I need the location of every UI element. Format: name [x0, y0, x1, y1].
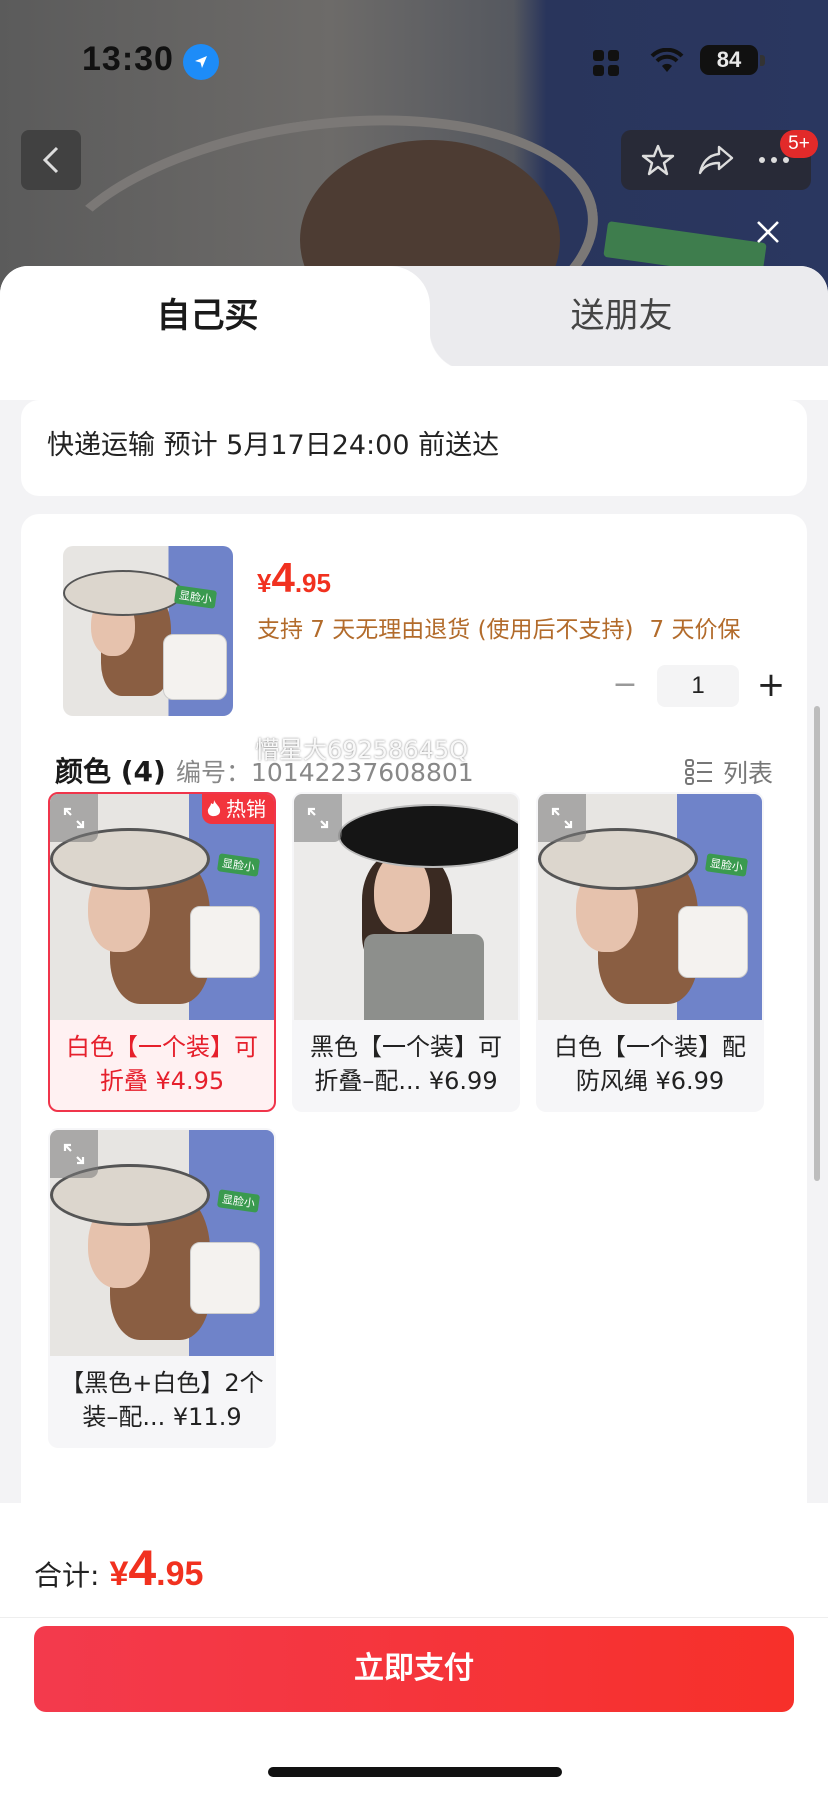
close-sheet-button[interactable]	[748, 212, 788, 252]
wifi-icon	[650, 48, 684, 72]
checkout-bar: 合计: ¥4.95 立即支付	[0, 1503, 828, 1796]
price-integer: 4	[271, 554, 295, 601]
color-option-black-white-pair[interactable]: 显脸小 【黑色+白色】2个装–配... ¥11.9	[48, 1128, 276, 1448]
return-policy: 支持 7 天无理由退货 (使用后不支持)	[257, 617, 634, 643]
price-decimal: .95	[294, 568, 331, 598]
chevron-left-icon	[42, 146, 59, 174]
tab-send-to-friend[interactable]: 送朋友	[415, 266, 828, 366]
quantity-stepper: − 1 +	[603, 664, 793, 708]
option-image-tag: 显脸小	[216, 1189, 261, 1213]
price-protection: 7 天价保	[649, 617, 741, 643]
list-view-label: 列表	[722, 759, 773, 788]
expand-icon	[63, 1143, 85, 1165]
total-currency: ¥	[109, 1555, 129, 1593]
battery-level: 84	[700, 45, 758, 75]
product-card: 显脸小 ¥4.95 支持 7 天无理由退货 (使用后不支持) 7 天价保 − 1 …	[21, 514, 807, 1614]
total-amount: ¥4.95	[109, 1539, 203, 1597]
option-label: 【黑色+白色】2个装–配... ¥11.9	[60, 1369, 264, 1431]
expand-icon	[307, 807, 329, 829]
service-guarantees: 支持 7 天无理由退货 (使用后不支持) 7 天价保	[257, 610, 740, 644]
expand-image-button[interactable]	[294, 794, 342, 842]
order-total: 合计: ¥4.95	[34, 1539, 203, 1597]
purchase-tabs: 自己买 送朋友	[0, 266, 828, 370]
tab-buy-for-self[interactable]: 自己买	[0, 266, 415, 366]
message-count-badge: 5+	[780, 130, 818, 158]
tab-panel-top	[0, 366, 828, 400]
more-icon	[759, 157, 789, 163]
expand-image-button[interactable]	[50, 1130, 98, 1178]
expand-icon	[551, 807, 573, 829]
hot-sale-label: 热销	[226, 797, 266, 821]
option-label: 黑色【一个装】可折叠–配... ¥6.99	[310, 1033, 502, 1095]
battery-icon	[760, 55, 765, 66]
pay-now-button[interactable]: 立即支付	[34, 1626, 794, 1712]
option-label: 白色【一个装】可折叠 ¥4.95	[66, 1033, 258, 1095]
list-icon	[684, 759, 713, 785]
color-option-white-windproof[interactable]: 显脸小 白色【一个装】配防风绳 ¥6.99	[536, 792, 764, 1112]
share-button[interactable]	[691, 135, 741, 185]
share-icon	[698, 145, 734, 175]
option-image-tag: 显脸小	[704, 853, 749, 877]
delivery-info: 快递运输 预计 5月17日24:00 前送达	[21, 400, 807, 496]
home-indicator	[268, 1767, 562, 1777]
watermark-text: 懵星大69258645Q	[255, 736, 469, 764]
status-bar: 13:30 84	[0, 0, 828, 110]
color-option-white-foldable[interactable]: 显脸小 热销 白色【一个装】可折叠 ¥4.95	[48, 792, 276, 1112]
flame-icon	[206, 799, 222, 819]
decrease-quantity-button[interactable]: −	[603, 664, 647, 708]
expand-icon	[63, 807, 85, 829]
expand-image-button[interactable]	[538, 794, 586, 842]
status-time: 13:30	[82, 40, 174, 78]
list-view-toggle[interactable]: 列表	[684, 752, 773, 792]
star-icon	[641, 144, 675, 176]
total-label: 合计:	[34, 1559, 100, 1592]
option-label: 白色【一个装】配防风绳 ¥6.99	[554, 1033, 746, 1095]
color-option-black-foldable[interactable]: 黑色【一个装】可折叠–配... ¥6.99	[292, 792, 520, 1112]
product-thumbnail[interactable]: 显脸小	[63, 546, 233, 716]
color-section-title: 颜色 (4)	[55, 755, 166, 788]
unit-price: ¥4.95	[257, 554, 331, 602]
location-arrow-icon	[183, 44, 219, 80]
favorite-button[interactable]	[633, 135, 683, 185]
back-button[interactable]	[21, 130, 81, 190]
cellular-signal-icon	[593, 50, 619, 76]
product-image-tag: 显脸小	[173, 585, 218, 609]
hot-sale-badge: 热销	[202, 794, 274, 824]
price-currency: ¥	[257, 568, 272, 598]
divider	[0, 1617, 828, 1618]
total-integer: 4	[128, 1540, 157, 1596]
scrollbar[interactable]	[814, 706, 820, 1181]
close-icon	[757, 221, 779, 243]
increase-quantity-button[interactable]: +	[749, 664, 793, 708]
total-decimal: .95	[156, 1555, 204, 1593]
option-image-tag: 显脸小	[216, 853, 261, 877]
expand-image-button[interactable]	[50, 794, 98, 842]
quantity-input[interactable]: 1	[657, 665, 739, 707]
